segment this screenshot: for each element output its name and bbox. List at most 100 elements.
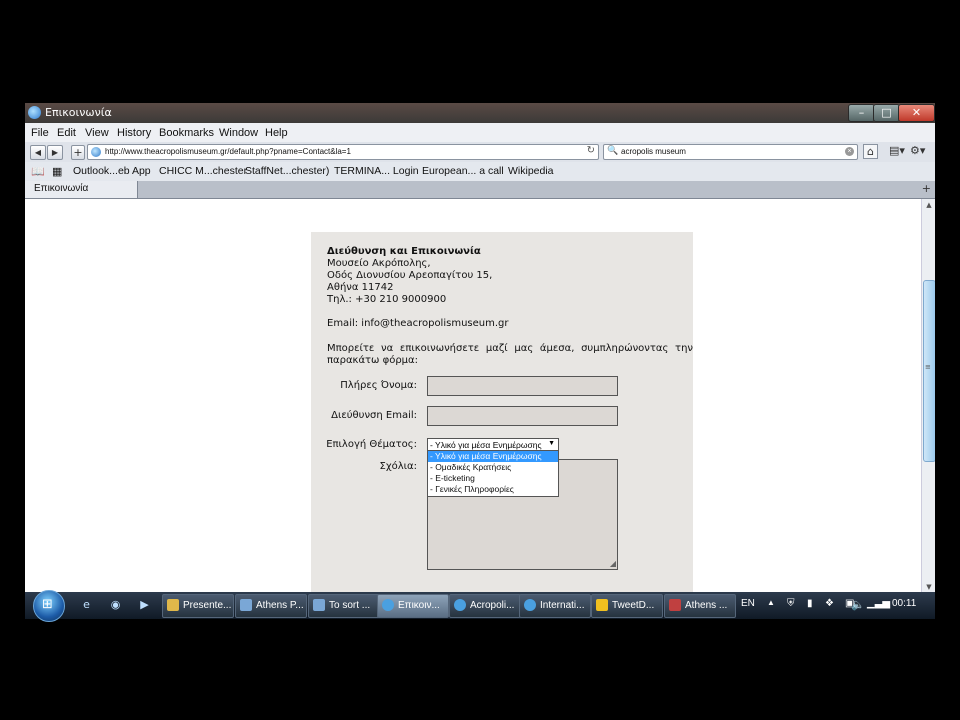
browser-icon [382, 599, 394, 611]
tweetdeck-icon [596, 599, 608, 611]
new-tab-button[interactable]: + [71, 145, 85, 160]
menu-history[interactable]: History [117, 127, 151, 139]
language-indicator[interactable]: EN [741, 598, 755, 609]
new-tab-icon[interactable]: + [922, 182, 931, 195]
browser-icon [454, 599, 466, 611]
shield-icon[interactable]: ⛨ [787, 598, 795, 609]
taskbar-label: To sort ... [329, 600, 371, 611]
tab-bar: Επικοινωνία + [25, 181, 935, 199]
subject-label: Επιλογή Θέματος: [326, 439, 417, 450]
subject-option[interactable]: - E-ticketing [428, 473, 558, 484]
resize-grip-icon[interactable]: ◢ [610, 559, 616, 568]
scroll-up-icon[interactable]: ▲ [922, 199, 935, 211]
folder-icon [167, 599, 179, 611]
document-icon [240, 599, 252, 611]
tab-label: Επικοινωνία [34, 183, 89, 194]
name-field[interactable] [427, 376, 618, 396]
taskbar: ⊞ e ◉ ▶ Presente... Athens P... To sort … [25, 590, 935, 622]
email-field[interactable] [427, 406, 618, 426]
globe-quicklaunch-icon[interactable]: ◉ [109, 598, 122, 611]
forward-button[interactable]: ▶ [47, 145, 63, 160]
bookmark-termina[interactable]: TERMINA... Login [334, 165, 419, 177]
menu-help[interactable]: Help [265, 127, 288, 139]
comments-label: Σχόλια: [379, 461, 417, 472]
taskbar-button-contact[interactable]: Επικοιν... [377, 594, 449, 618]
taskbar-button-international[interactable]: Internati... [519, 594, 591, 618]
gear-icon[interactable]: ⚙▾ [910, 144, 925, 157]
scroll-thumb[interactable]: ≡ [923, 280, 935, 462]
close-button[interactable]: ✕ [898, 104, 935, 122]
name-label: Πλήρες Όνομα: [340, 380, 417, 391]
menu-view[interactable]: View [85, 127, 109, 139]
taskbar-button-athens[interactable]: Athens ... [664, 594, 736, 618]
back-button[interactable]: ◀ [30, 145, 46, 160]
tab-contact[interactable]: Επικοινωνία [25, 181, 138, 198]
dropbox-icon[interactable]: ❖ [825, 598, 834, 609]
address-bar[interactable]: http://www.theacropolismuseum.gr/default… [87, 144, 599, 160]
taskbar-label: Presente... [183, 600, 232, 611]
taskbar-label: TweetD... [612, 600, 655, 611]
navigation-bar: ◀ ▶ + http://www.theacropolismuseum.gr/d… [25, 142, 935, 162]
email-label: Διεύθυνση Email: [331, 410, 417, 421]
subject-option[interactable]: - Ομαδικές Κρατήσεις [428, 462, 558, 473]
taskbar-button-athens-p[interactable]: Athens P... [235, 594, 307, 618]
address-line: Οδός Διονυσίου Αρεοπαγίτου 15, [327, 270, 493, 281]
clear-search-icon[interactable]: × [845, 147, 854, 156]
taskbar-button-tweetdeck[interactable]: TweetD... [591, 594, 663, 618]
globe-icon [91, 147, 101, 157]
bookmark-wikipedia[interactable]: Wikipedia [508, 165, 554, 177]
ie-icon[interactable]: e [80, 598, 93, 611]
taskbar-button-acropolis[interactable]: Acropoli... [449, 594, 521, 618]
search-box[interactable]: 🔍 acropolis museum × [603, 144, 858, 160]
phone-line: Τηλ.: +30 210 9000900 [327, 294, 447, 305]
menu-bar: File Edit View History Bookmarks Window … [25, 123, 935, 142]
vertical-scrollbar[interactable]: ▲ ≡ ▼ [921, 199, 935, 593]
email-line: Email: info@theacropolismuseum.gr [327, 318, 509, 329]
presentation-icon [669, 599, 681, 611]
taskbar-label: Internati... [540, 600, 585, 611]
minimize-button[interactable]: – [848, 104, 875, 122]
taskbar-button-presentation[interactable]: Presente... [162, 594, 234, 618]
media-player-icon[interactable]: ▶ [138, 598, 151, 611]
volume-icon[interactable]: 🔈 [851, 598, 865, 611]
signal-icon[interactable]: ▁▃▅ [867, 598, 890, 609]
page-menu-icon[interactable]: ▤▾ [889, 144, 905, 157]
address-line: Αθήνα 11742 [327, 282, 394, 293]
grid-icon[interactable]: ▦ [52, 165, 62, 178]
bookmark-outlook[interactable]: Outlook...eb App [73, 165, 151, 177]
search-text: acropolis museum [621, 147, 686, 156]
start-button[interactable]: ⊞ [33, 590, 65, 622]
bookmark-european[interactable]: European... a call [422, 165, 504, 177]
taskbar-button-to-sort[interactable]: To sort ... [308, 594, 380, 618]
clock[interactable]: 00:11 [892, 598, 916, 609]
taskbar-label: Επικοιν... [398, 600, 440, 611]
window-title: Επικοινωνία [45, 106, 112, 119]
address-heading: Διεύθυνση και Επικοινωνία [327, 246, 481, 257]
bookmark-chicc[interactable]: CHICC M...chester [159, 165, 247, 177]
taskbar-label: Athens P... [256, 600, 304, 611]
title-bar: Επικοινωνία – □ ✕ [25, 103, 935, 123]
reload-icon[interactable]: ↻ [587, 145, 595, 156]
device-icon[interactable]: ▮ [807, 598, 813, 609]
bookmark-staffnet[interactable]: StaffNet...chester) [245, 165, 329, 177]
dropdown-arrow-icon: ▼ [548, 440, 555, 447]
maximize-button[interactable]: □ [873, 104, 900, 122]
menu-edit[interactable]: Edit [57, 127, 76, 139]
subject-option[interactable]: - Γενικές Πληροφορίες [428, 484, 558, 495]
menu-bookmarks[interactable]: Bookmarks [159, 127, 214, 139]
subject-option[interactable]: - Υλικό για μέσα Ενημέρωσης [428, 451, 558, 462]
browser-icon [524, 599, 536, 611]
tray-expand-icon[interactable]: ▲ [767, 598, 775, 607]
browser-icon [28, 106, 41, 119]
taskbar-label: Acropoli... [470, 600, 515, 611]
reading-list-icon[interactable]: 📖 [31, 165, 45, 178]
menu-file[interactable]: File [31, 127, 49, 139]
intro-text: Μπορείτε να επικοινωνήσετε μαζί μας άμεσ… [327, 343, 693, 366]
url-text: http://www.theacropolismuseum.gr/default… [105, 147, 351, 156]
address-block: Διεύθυνση και Επικοινωνία Μουσείο Ακρόπο… [327, 246, 693, 306]
home-icon[interactable]: ⌂ [863, 144, 878, 159]
subject-options-list: - Υλικό για μέσα Ενημέρωσης - Ομαδικές Κ… [427, 450, 559, 497]
menu-window[interactable]: Window [219, 127, 258, 139]
contact-panel: Διεύθυνση και Επικοινωνία Μουσείο Ακρόπο… [311, 232, 693, 593]
subject-selected-value: - Υλικό για μέσα Ενημέρωσης [430, 440, 542, 450]
